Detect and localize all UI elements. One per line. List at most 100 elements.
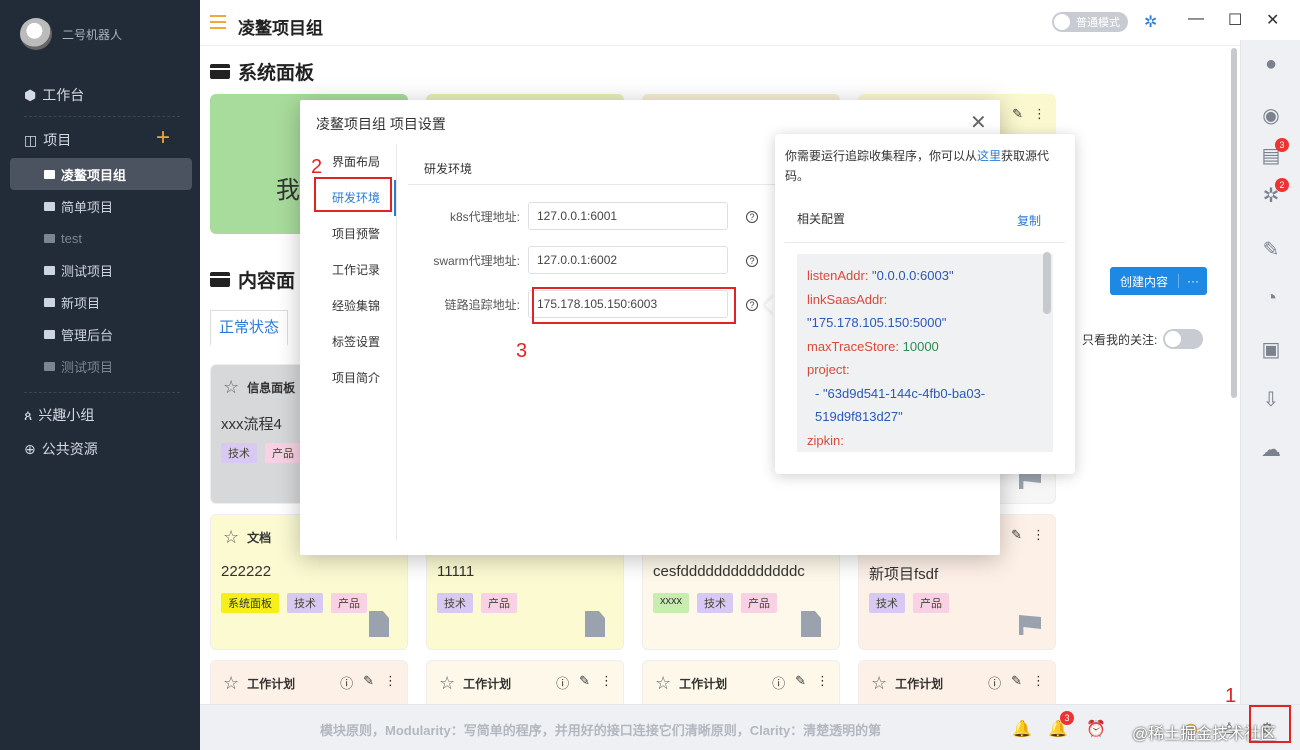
info-icon[interactable]: ⓘ (772, 673, 785, 692)
download-icon[interactable]: ⇩ (1259, 388, 1283, 412)
menu-work-records[interactable]: 工作记录 (300, 252, 396, 288)
settings-doc-icon[interactable]: ▣ (1259, 338, 1283, 362)
card-tools: ✎ ⋮ (1011, 527, 1045, 543)
create-more-button[interactable]: ··· (1178, 274, 1207, 288)
edit-icon[interactable]: ✎ (579, 673, 590, 692)
alarm-icon[interactable]: ⏰ (1086, 719, 1106, 739)
star-icon[interactable]: ☆ (655, 673, 671, 694)
star-icon[interactable]: ☆ (223, 673, 239, 694)
only-mine-filter: 只看我的关注: (1082, 329, 1204, 349)
star-icon[interactable]: ☆ (223, 527, 239, 548)
k8s-input[interactable]: 127.0.0.1:6001 (528, 202, 728, 230)
star-icon[interactable]: ☆ (223, 377, 239, 398)
more-icon[interactable]: ⋮ (1033, 106, 1046, 122)
document-icon (585, 611, 605, 637)
star-icon[interactable]: ☆ (871, 673, 887, 694)
k8s-label: k8s代理地址: (449, 209, 520, 224)
location-icon[interactable]: ◉ (1259, 104, 1283, 128)
avatar[interactable] (20, 18, 52, 50)
copy-button[interactable]: 复制 (1017, 212, 1041, 229)
divider (24, 392, 180, 393)
nav-projects[interactable]: ◫ 项目 (24, 130, 71, 150)
section-heading: 研发环境 (424, 162, 473, 176)
edit-icon[interactable]: ✎ (363, 673, 374, 692)
content-card[interactable]: ☆ 工作计划 ⓘ ✎ ⋮ (642, 660, 840, 704)
main-scrollbar[interactable] (1231, 48, 1237, 398)
help-icon[interactable]: ? (746, 299, 758, 311)
source-link[interactable]: 这里 (977, 149, 1001, 163)
folder-icon (44, 169, 55, 179)
more-icon[interactable]: ⋮ (384, 673, 397, 692)
more-icon[interactable]: ⋮ (1032, 527, 1045, 543)
tag: 产品 (481, 593, 517, 613)
star-icon[interactable]: ☆ (439, 673, 455, 694)
sidebar-item-project-0[interactable]: 凌鳌项目组 (10, 158, 192, 190)
dialog-close-icon[interactable]: ✕ (970, 110, 987, 135)
more-icon[interactable]: ⋮ (1032, 673, 1045, 692)
panel-icon (210, 272, 230, 287)
menu-tags[interactable]: 标签设置 (300, 324, 396, 360)
swarm-input[interactable]: 127.0.0.1:6002 (528, 246, 728, 274)
code-key: project: (807, 362, 850, 377)
only-mine-switch[interactable] (1163, 329, 1204, 349)
project-list: 凌鳌项目组 简单项目 test 测试项目 新项目 管理后台 测试项目 (10, 158, 192, 382)
right-toolbar: ● ◉ ▤ 3 ✲ 2 ✎ ◔ ▣ ⇩ ☁ (1240, 40, 1300, 704)
sidebar-item-project-6[interactable]: 测试项目 (10, 350, 192, 382)
code-scrollbar[interactable] (1043, 252, 1051, 314)
more-icon[interactable]: ⋮ (600, 673, 613, 692)
minimize-icon[interactable]: — (1188, 10, 1204, 28)
tab-normal[interactable]: 正常状态 (210, 310, 289, 346)
edit-icon[interactable]: ✎ (1011, 527, 1022, 543)
content-card[interactable]: ☆ 工作计划 ⓘ ✎ ⋮ (426, 660, 624, 704)
info-icon[interactable]: ⓘ (340, 673, 353, 692)
menu-alerts[interactable]: 项目预警 (300, 216, 396, 252)
menu-icon[interactable] (210, 15, 226, 29)
card-head: ☆ 工作计划 (871, 673, 943, 694)
help-icon[interactable]: ? (746, 211, 758, 223)
content-card[interactable]: ☆ 工作计划 ⓘ ✎ ⋮ (858, 660, 1056, 704)
marquee-text: 模块原则，Modularity：写简单的程序，并用好的接口连接它们清晰原则，Cl… (320, 723, 882, 738)
code-value: 10000 (902, 338, 939, 354)
dialog-divider (396, 144, 397, 540)
edit-icon[interactable]: ✎ (1012, 106, 1023, 122)
sidebar-item-project-4[interactable]: 新项目 (10, 286, 192, 318)
maximize-icon[interactable]: ☐ (1228, 10, 1242, 30)
tag: 产品 (265, 443, 301, 463)
trace-label: 链路追踪地址: (444, 297, 520, 312)
card-tags: 技术 产品 (221, 443, 301, 463)
cloud-icon[interactable]: ☁ (1259, 438, 1283, 462)
sidebar-item-project-2[interactable]: test (10, 222, 192, 254)
sidebar-item-project-1[interactable]: 简单项目 (10, 190, 192, 222)
content-panel-title: 内容面 (238, 271, 296, 292)
menu-intro[interactable]: 项目简介 (300, 360, 396, 396)
edit-icon[interactable]: ✎ (795, 673, 806, 692)
help-icon[interactable]: ? (746, 255, 758, 267)
edit-icon[interactable]: ✎ (1011, 673, 1022, 692)
bell-icon[interactable]: 🔔 (1012, 719, 1032, 739)
sidebar-item-project-5[interactable]: 管理后台 (10, 318, 192, 350)
menu-experience[interactable]: 经验集锦 (300, 288, 396, 324)
plugin-icon[interactable]: ✎ (1259, 238, 1283, 262)
more-icon[interactable]: ⋮ (816, 673, 829, 692)
mode-toggle[interactable]: 普通模式 (1052, 12, 1128, 32)
content-card[interactable]: ☆ 工作计划 ⓘ ✎ ⋮ (210, 660, 408, 704)
popover-text: 你需要运行追踪收集程序，你可以从这里获取源代码。 (785, 146, 1065, 186)
close-icon[interactable]: ✕ (1266, 10, 1279, 30)
annotation-number-2: 2 (311, 156, 323, 178)
config-label: 相关配置 (797, 212, 846, 226)
pie-chart-icon[interactable]: ◔ (1259, 286, 1283, 310)
swarm-field: swarm代理地址: 127.0.0.1:6002 (430, 246, 728, 274)
info-icon[interactable]: ⓘ (988, 673, 1001, 692)
create-content-button[interactable]: 创建内容 ··· (1110, 267, 1208, 295)
bug-icon[interactable]: ✲ (1144, 12, 1157, 32)
user-profile[interactable]: 二号机器人 (20, 18, 122, 50)
info-icon[interactable]: ⓘ (556, 673, 569, 692)
nav-public-resources[interactable]: ⊕ 公共资源 (24, 439, 98, 459)
nav-workbench[interactable]: ⬢ 工作台 (24, 85, 84, 105)
lightbulb-icon[interactable]: ● (1259, 52, 1283, 76)
people-icon: ጰ (24, 406, 33, 423)
add-project-icon[interactable]: + (156, 126, 170, 150)
cube-icon: ⬢ (24, 86, 37, 103)
sidebar-item-project-3[interactable]: 测试项目 (10, 254, 192, 286)
nav-interest-group[interactable]: ጰ 兴趣小组 (24, 405, 94, 425)
